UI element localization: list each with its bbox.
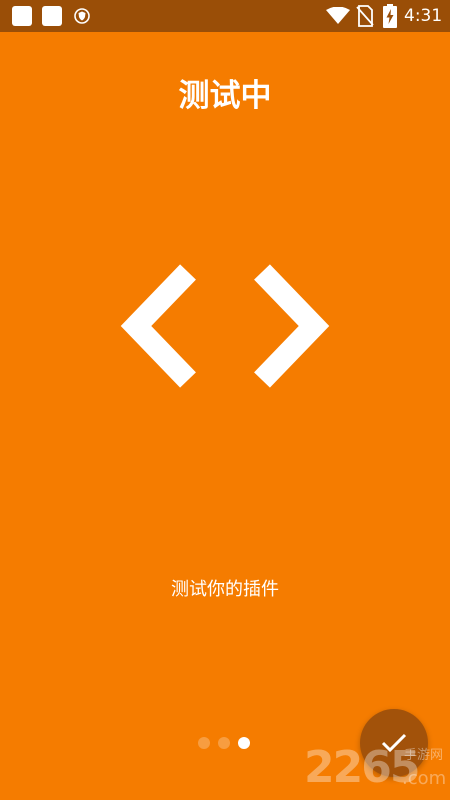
- watermark-text: 手游网: [404, 748, 444, 763]
- page-dot-active[interactable]: [238, 737, 250, 749]
- page-dot[interactable]: [198, 737, 210, 749]
- onboarding-subtitle: 测试你的插件: [171, 579, 279, 600]
- code-brackets-icon: [120, 264, 330, 388]
- no-sim-icon: [356, 5, 374, 27]
- wifi-icon: [326, 7, 350, 24]
- page-title: 测试中: [178, 78, 272, 114]
- page-indicator: [196, 737, 256, 751]
- app-icon: [42, 6, 62, 26]
- onboarding-screen: 4:31 测试中 测试你的插件 2265 手游网 .com: [0, 0, 450, 800]
- status-bar: 4:31: [0, 0, 450, 32]
- watermark-suffix: .com: [402, 768, 447, 789]
- app-icon: [12, 6, 32, 26]
- watermark: 2265 手游网 .com: [304, 742, 450, 796]
- page-dot[interactable]: [218, 737, 230, 749]
- shield-icon: [74, 8, 90, 24]
- battery-charging-icon: [383, 4, 397, 28]
- status-time: 4:31: [404, 6, 443, 26]
